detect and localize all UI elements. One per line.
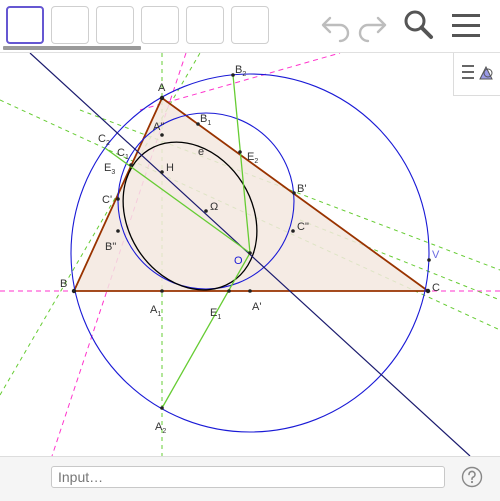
label-b-double-prime: B" (105, 241, 116, 253)
help-button[interactable] (461, 466, 483, 488)
label-c-double-prime: C" (297, 221, 309, 233)
point-c-double-prime[interactable] (291, 229, 295, 233)
label-b: B (60, 278, 67, 290)
external-bisector-line-2 (139, 53, 341, 111)
point-h[interactable] (160, 170, 164, 174)
label-c2: C2 (98, 133, 110, 147)
label-h: H (166, 162, 174, 174)
point-a[interactable] (159, 95, 165, 101)
label-omega: Ω (210, 201, 218, 213)
label-e3: E3 (104, 162, 115, 176)
redo-button[interactable] (354, 8, 390, 44)
point-a1[interactable] (160, 289, 164, 293)
search-button[interactable] (401, 8, 437, 44)
point-e2[interactable] (238, 150, 242, 154)
tool-slot-3[interactable] (96, 6, 134, 44)
label-a2: A2 (155, 421, 166, 435)
label-b2: B2 (235, 64, 246, 78)
label-a-double-prime: A" (153, 121, 164, 133)
point-a-double-prime[interactable] (160, 133, 164, 137)
undo-button[interactable] (318, 8, 354, 44)
point-b-prime[interactable] (292, 191, 296, 195)
redo-icon (358, 16, 387, 43)
label-c1: C1 (117, 147, 129, 161)
label-e1: E1 (210, 307, 221, 321)
point-e1[interactable] (227, 289, 231, 293)
point-a-prime[interactable] (248, 289, 252, 293)
label-e: e (198, 146, 204, 158)
point-b-double-prime[interactable] (116, 229, 120, 233)
point-v[interactable] (427, 258, 431, 262)
point-b[interactable] (71, 288, 77, 294)
tool-slot-6[interactable] (231, 6, 269, 44)
label-c-prime: C' (102, 194, 112, 206)
point-c1[interactable] (129, 163, 133, 167)
tool-slot-2[interactable] (51, 6, 89, 44)
undo-icon (321, 16, 350, 43)
tool-slot-1[interactable] (6, 6, 44, 44)
point-a2[interactable] (160, 406, 164, 410)
point-c-prime[interactable] (116, 197, 120, 201)
triangle-abc[interactable] (72, 96, 431, 292)
label-c: C (432, 282, 440, 294)
search-icon (404, 10, 433, 39)
label-a1: A1 (150, 304, 161, 318)
tool-slot-5[interactable] (186, 6, 224, 44)
label-o: O (234, 255, 243, 267)
style-bar-toggle-button[interactable] (453, 53, 500, 96)
construction-canvas[interactable]: A B C B2 B1 E2 B' A" C2 C1 E3 H e Ω O C'… (0, 53, 500, 456)
point-c[interactable] (425, 288, 431, 294)
point-omega[interactable] (204, 209, 208, 213)
label-a-prime: A' (252, 301, 261, 313)
label-b1: B1 (200, 113, 211, 127)
main-menu-button[interactable] (448, 8, 484, 44)
toolbar (0, 0, 500, 53)
tool-slot-4[interactable] (141, 6, 179, 44)
algebra-input-field[interactable] (51, 466, 445, 488)
label-a: A (158, 82, 166, 94)
graphics-view[interactable]: A B C B2 B1 E2 B' A" C2 C1 E3 H e Ω O C'… (0, 53, 500, 456)
style-bar-toggle-icon (462, 65, 493, 80)
label-e2: E2 (247, 151, 258, 165)
point-o[interactable] (248, 251, 252, 255)
hamburger-menu-icon (452, 14, 480, 37)
input-bar (0, 456, 500, 501)
label-v: V (432, 249, 440, 261)
toolbar-active-indicator (3, 46, 141, 50)
label-b-prime: B' (297, 183, 306, 195)
help-icon (461, 466, 483, 488)
